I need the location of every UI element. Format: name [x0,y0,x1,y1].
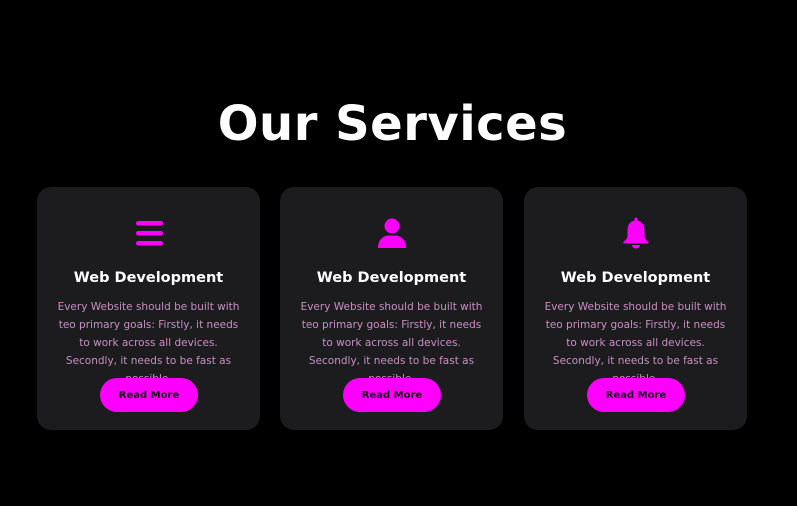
read-more-button[interactable]: Read More [100,378,198,412]
read-more-button[interactable]: Read More [343,378,441,412]
service-card-title: Web Development [560,270,711,286]
user-icon [377,218,406,248]
services-card-list: Web Development Every Website should be … [37,187,747,430]
read-more-button[interactable]: Read More [587,378,685,412]
service-card: Web Development Every Website should be … [280,187,503,430]
services-page: Our Services Web Development Every Websi… [0,0,797,506]
page-title: Our Services [217,96,568,152]
service-card-description: Every Website should be built with teo p… [300,301,483,385]
service-card-description: Every Website should be built with teo p… [544,301,727,385]
menu-bars-icon [135,221,163,246]
service-card-description: Every Website should be built with teo p… [57,301,240,385]
bell-icon [623,217,648,249]
service-card: Web Development Every Website should be … [524,187,747,430]
service-card-title: Web Development [316,270,467,286]
service-card: Web Development Every Website should be … [37,187,260,430]
service-card-title: Web Development [73,270,224,286]
